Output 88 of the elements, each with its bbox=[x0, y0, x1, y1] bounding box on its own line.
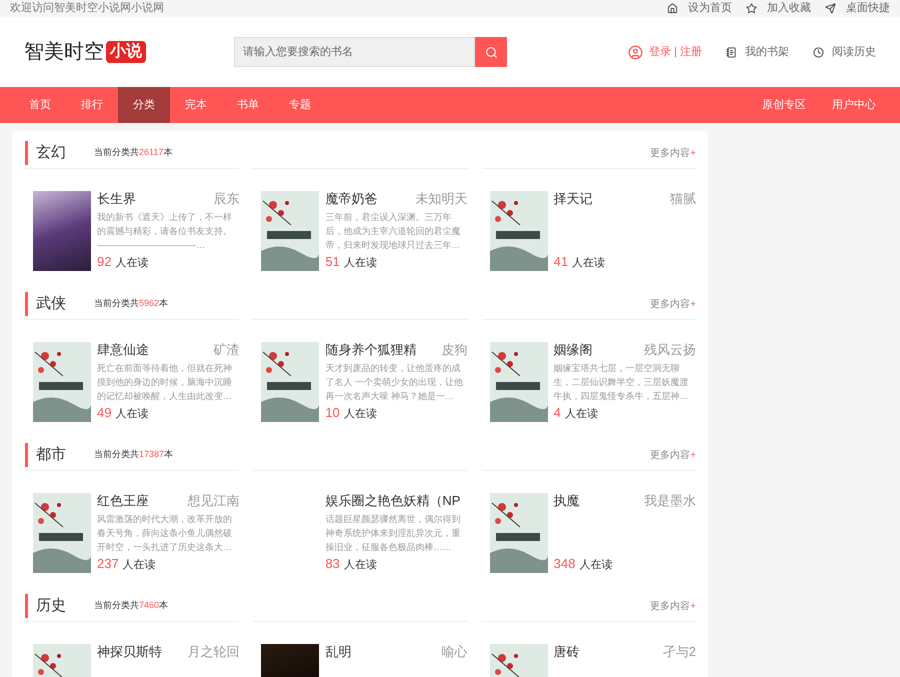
reader-count: 41 bbox=[554, 254, 568, 270]
book-author[interactable]: 我是墨水 bbox=[644, 493, 696, 509]
book-description: 话题巨星颜瑟骤然离世，偶尔得到神奇系统护体来到淫乱异次元，重操旧业，征服各色极品肉棒…… bbox=[325, 513, 462, 554]
book-title[interactable]: 魔帝奶爸 bbox=[325, 191, 378, 207]
search-field[interactable]: 请输入您要搜索的书名 bbox=[234, 37, 475, 67]
book-author[interactable]: 喻心 bbox=[442, 644, 468, 660]
book-author[interactable]: 想见江南 bbox=[187, 493, 240, 509]
book-author[interactable]: 月之轮回 bbox=[187, 644, 240, 660]
category-count: 当前分类共26117本 bbox=[94, 146, 172, 160]
reader-count: 4 bbox=[554, 405, 561, 421]
section-title: 历史 bbox=[36, 596, 67, 616]
book-description: 我的新书《遮天》上传了，不一样的震撼与精彩，请各位书友支持。———————————… bbox=[97, 211, 233, 252]
book-title[interactable]: 娱乐圈之艳色妖精（NP bbox=[325, 493, 460, 509]
more-link[interactable]: 更多内容+ bbox=[650, 598, 696, 614]
header-link[interactable]: 阅读历史 bbox=[832, 44, 876, 60]
top-link[interactable]: 加入收藏 bbox=[767, 0, 811, 17]
top-link[interactable]: 设为首页 bbox=[688, 0, 732, 17]
send-icon bbox=[825, 3, 836, 14]
reader-label: 人在读 bbox=[122, 558, 156, 573]
book-author[interactable]: 矿渣 bbox=[213, 342, 240, 358]
reader-count: 348 bbox=[554, 556, 576, 572]
book-description: 死亡在前面等待着他，但就在死神摸到他的身边的时候，脑海中沉睡的记忆却被唤醒，人生由此改变… bbox=[97, 362, 233, 403]
book-title[interactable]: 择天记 bbox=[554, 191, 593, 207]
logo-badge: 小说 bbox=[106, 41, 146, 63]
category-count: 当前分类共17387本 bbox=[94, 448, 174, 462]
home-icon bbox=[667, 3, 678, 14]
user-icon bbox=[628, 44, 644, 60]
book-author[interactable]: 辰东 bbox=[213, 191, 240, 207]
star-icon bbox=[746, 3, 757, 14]
reader-label: 人在读 bbox=[572, 256, 606, 271]
category-count: 当前分类共7460本 bbox=[94, 599, 168, 612]
header-link[interactable]: 我的书架 bbox=[745, 44, 789, 60]
book-title[interactable]: 执魔 bbox=[554, 493, 580, 509]
welcome-text: 欢迎访问智美时空小说网小说网 bbox=[10, 0, 164, 16]
book-title[interactable]: 肆意仙途 bbox=[97, 342, 149, 358]
search-icon bbox=[484, 46, 498, 58]
reader-count: 237 bbox=[97, 556, 119, 572]
login-link[interactable]: 登录 bbox=[649, 44, 672, 60]
section-title: 武侠 bbox=[36, 294, 67, 314]
nav-tab[interactable]: 首页 bbox=[14, 87, 66, 123]
more-link[interactable]: 更多内容+ bbox=[650, 146, 696, 160]
reader-label: 人在读 bbox=[344, 558, 377, 573]
book-title[interactable]: 长生界 bbox=[97, 191, 136, 207]
nav-tab[interactable]: 分类 bbox=[118, 87, 170, 123]
clock-icon bbox=[813, 46, 824, 58]
notebook-icon bbox=[726, 46, 737, 58]
book-description: 天才到废品的转变，让他蛋疼的成了名人 一个卖萌少女的出现，让他再一次名声大噪 神马？她是一… bbox=[325, 362, 464, 403]
book-author[interactable]: 残风云扬 bbox=[644, 342, 696, 358]
search-button[interactable] bbox=[475, 37, 507, 67]
nav-tab[interactable]: 排行 bbox=[66, 87, 118, 123]
reader-label: 人在读 bbox=[344, 256, 377, 271]
book-title[interactable]: 随身养个狐狸精 bbox=[325, 342, 416, 358]
section-title: 都市 bbox=[36, 444, 67, 465]
reader-count: 92 bbox=[97, 254, 112, 270]
nav-link[interactable]: 用户中心 bbox=[832, 87, 876, 123]
book-title[interactable]: 红色王座 bbox=[97, 493, 149, 509]
reader-label: 人在读 bbox=[115, 256, 148, 271]
reader-label: 人在读 bbox=[115, 407, 148, 422]
reader-count: 10 bbox=[325, 405, 340, 421]
book-author[interactable]: 未知明天 bbox=[416, 191, 468, 207]
book-title[interactable]: 乱明 bbox=[325, 644, 352, 660]
book-author[interactable]: 孑与2 bbox=[662, 644, 696, 660]
book-author[interactable]: 猫腻 bbox=[670, 191, 696, 207]
section-title: 玄幻 bbox=[36, 142, 67, 163]
reader-count: 83 bbox=[325, 556, 340, 572]
reader-label: 人在读 bbox=[564, 407, 598, 422]
reader-label: 人在读 bbox=[344, 407, 377, 422]
logo-text: 智美时空 bbox=[24, 40, 104, 65]
book-title[interactable]: 唐砖 bbox=[554, 644, 580, 660]
category-count: 当前分类共5962本 bbox=[94, 297, 168, 310]
nav-tab[interactable]: 专题 bbox=[274, 87, 326, 123]
book-title[interactable]: 神探贝斯特 bbox=[97, 644, 162, 660]
more-link[interactable]: 更多内容+ bbox=[650, 448, 696, 462]
more-link[interactable]: 更多内容+ bbox=[650, 296, 696, 312]
book-author[interactable]: 皮狗 bbox=[442, 342, 468, 358]
reader-count: 49 bbox=[97, 405, 112, 421]
book-description: 风雷激荡的时代大潮，改革开放的春天号角，薛向这条小鱼儿偶然破开时空，一头扎进了历史这条大… bbox=[97, 513, 233, 554]
book-title[interactable]: 姻缘阁 bbox=[554, 342, 593, 358]
register-link[interactable]: 注册 bbox=[680, 44, 702, 60]
separator-text: | bbox=[674, 44, 677, 60]
reader-count: 51 bbox=[325, 254, 340, 270]
nav-tab[interactable]: 完本 bbox=[170, 87, 222, 123]
book-description: 姻缘宝塔共七层，一层空洞无聊生，二层仙识舞半空，三层妖魔渡牛执，四层鬼怪专杀牛，五层神… bbox=[554, 362, 690, 403]
reader-label: 人在读 bbox=[579, 558, 612, 573]
nav-tab[interactable]: 书单 bbox=[222, 87, 274, 123]
book-description: 三年前，君尘误入深渊。三万年后，他成为主宰六道轮回的君尘魔帝，归来时发现地球只过去三年… bbox=[325, 211, 462, 252]
nav-link[interactable]: 原创专区 bbox=[762, 87, 806, 123]
top-link[interactable]: 桌面快捷 bbox=[846, 0, 890, 17]
